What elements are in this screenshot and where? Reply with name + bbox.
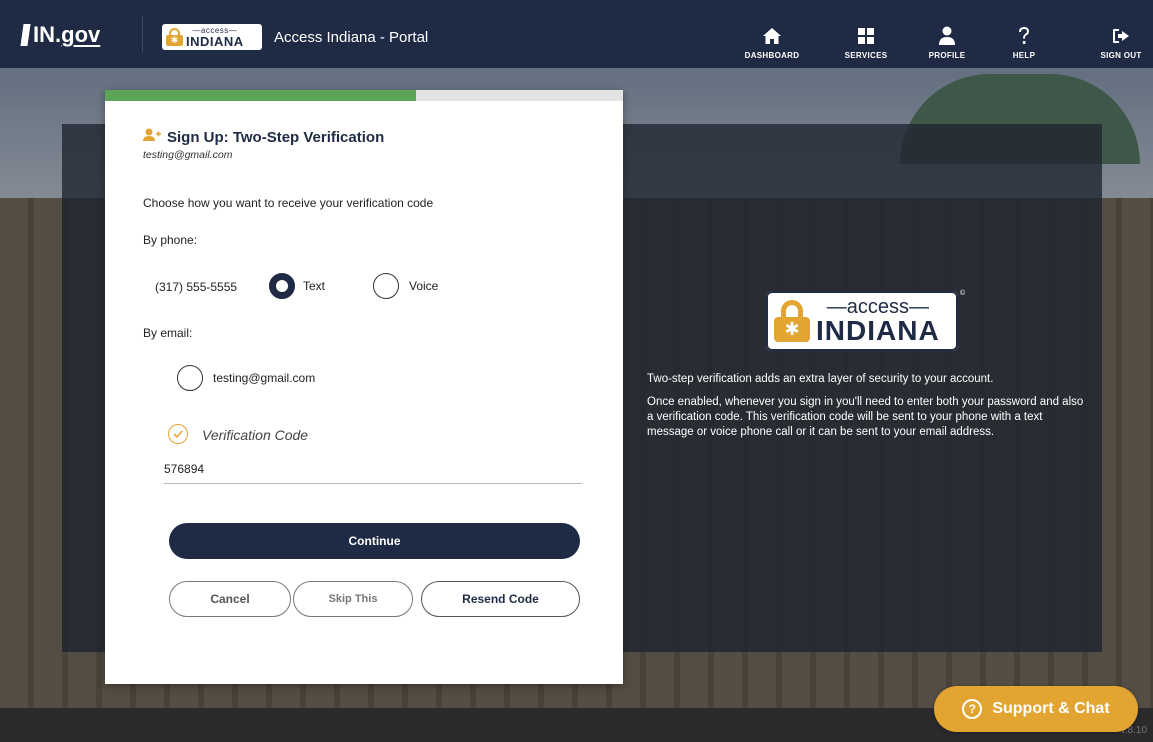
copyright-mark: © [960, 290, 966, 297]
verification-code-label: Verification Code [202, 427, 309, 443]
radio-text[interactable] [269, 273, 295, 299]
instruction-text: Choose how you want to receive your veri… [143, 196, 434, 210]
ingov-logo-prefix: IN. [33, 22, 62, 47]
card-title: Sign Up: Two-Step Verification [167, 129, 385, 146]
radio-voice[interactable] [373, 273, 399, 299]
nav-dashboard-label: DASHBOARD [744, 51, 800, 60]
nav-help[interactable]: HELP [1006, 14, 1042, 60]
help-circle-icon: ? [962, 699, 983, 719]
ingov-logo[interactable]: IN. gov [20, 22, 101, 48]
card-user-email: testing@gmail.com [143, 149, 233, 161]
header-divider [142, 16, 143, 52]
nav-sign-out-label: SIGN OUT [1100, 51, 1142, 60]
user-icon [936, 25, 958, 47]
access-indiana-logo[interactable]: ✱ —access— INDIANA [162, 24, 262, 50]
by-email-label: By email: [143, 326, 193, 340]
radio-email[interactable] [177, 365, 203, 391]
info-paragraph-1: Two-step verification adds an extra laye… [647, 373, 994, 385]
signup-progress-fill [105, 90, 416, 101]
signup-progress-bar [105, 90, 623, 101]
radio-voice-label[interactable]: Voice [409, 279, 438, 293]
info-paragraph-2: Once enabled, whenever you sign in you'l… [647, 396, 1084, 438]
check-icon [168, 424, 188, 444]
add-user-icon [143, 128, 161, 147]
brand-indiana-text: INDIANA [186, 33, 244, 49]
cancel-button[interactable]: Cancel [169, 581, 291, 617]
card-header: Sign Up: Two-Step Verification [143, 128, 384, 147]
info-text: Two-step verification adds an extra laye… [647, 372, 1087, 448]
grid-icon [855, 25, 877, 47]
lock-icon: ✱ [774, 300, 810, 342]
resend-code-button[interactable]: Resend Code [421, 581, 580, 617]
lock-icon: ✱ [166, 28, 183, 46]
nav-profile-label: PROFILE [928, 51, 966, 60]
question-icon [1013, 25, 1035, 47]
support-chat-button[interactable]: ? Support & Chat [934, 686, 1138, 732]
nav-help-label: HELP [1012, 51, 1036, 60]
continue-button[interactable]: Continue [169, 523, 580, 559]
logo-access-text: —access— [826, 296, 929, 318]
ingov-logo-mark [20, 24, 31, 46]
phone-number: (317) 555-5555 [155, 280, 238, 294]
portal-title: Access Indiana - Portal [274, 29, 429, 46]
ingov-logo-suffix: gov [61, 22, 101, 47]
two-step-verification-card: Sign Up: Two-Step Verification testing@g… [105, 90, 623, 684]
by-phone-label: By phone: [143, 233, 198, 247]
skip-this-button[interactable]: Skip This [293, 581, 413, 617]
nav-dashboard[interactable]: DASHBOARD [739, 14, 805, 60]
radio-text-label[interactable]: Text [303, 279, 325, 293]
nav-services-label: SERVICES [844, 51, 888, 60]
support-chat-label: Support & Chat [992, 700, 1110, 717]
top-navigation-bar: IN. gov ✱ —access— INDIANA Access Indiana… [0, 0, 1153, 68]
verification-code-input[interactable] [164, 454, 582, 484]
radio-email-label[interactable]: testing@gmail.com [213, 371, 315, 385]
sign-out-icon [1110, 25, 1132, 47]
nav-profile[interactable]: PROFILE [922, 14, 972, 60]
logo-indiana-text: INDIANA [816, 315, 940, 346]
nav-services[interactable]: SERVICES [836, 14, 896, 60]
home-icon [761, 25, 783, 47]
nav-sign-out[interactable]: SIGN OUT [1094, 14, 1148, 60]
access-indiana-large-logo: ✱ —access— INDIANA [766, 291, 958, 351]
